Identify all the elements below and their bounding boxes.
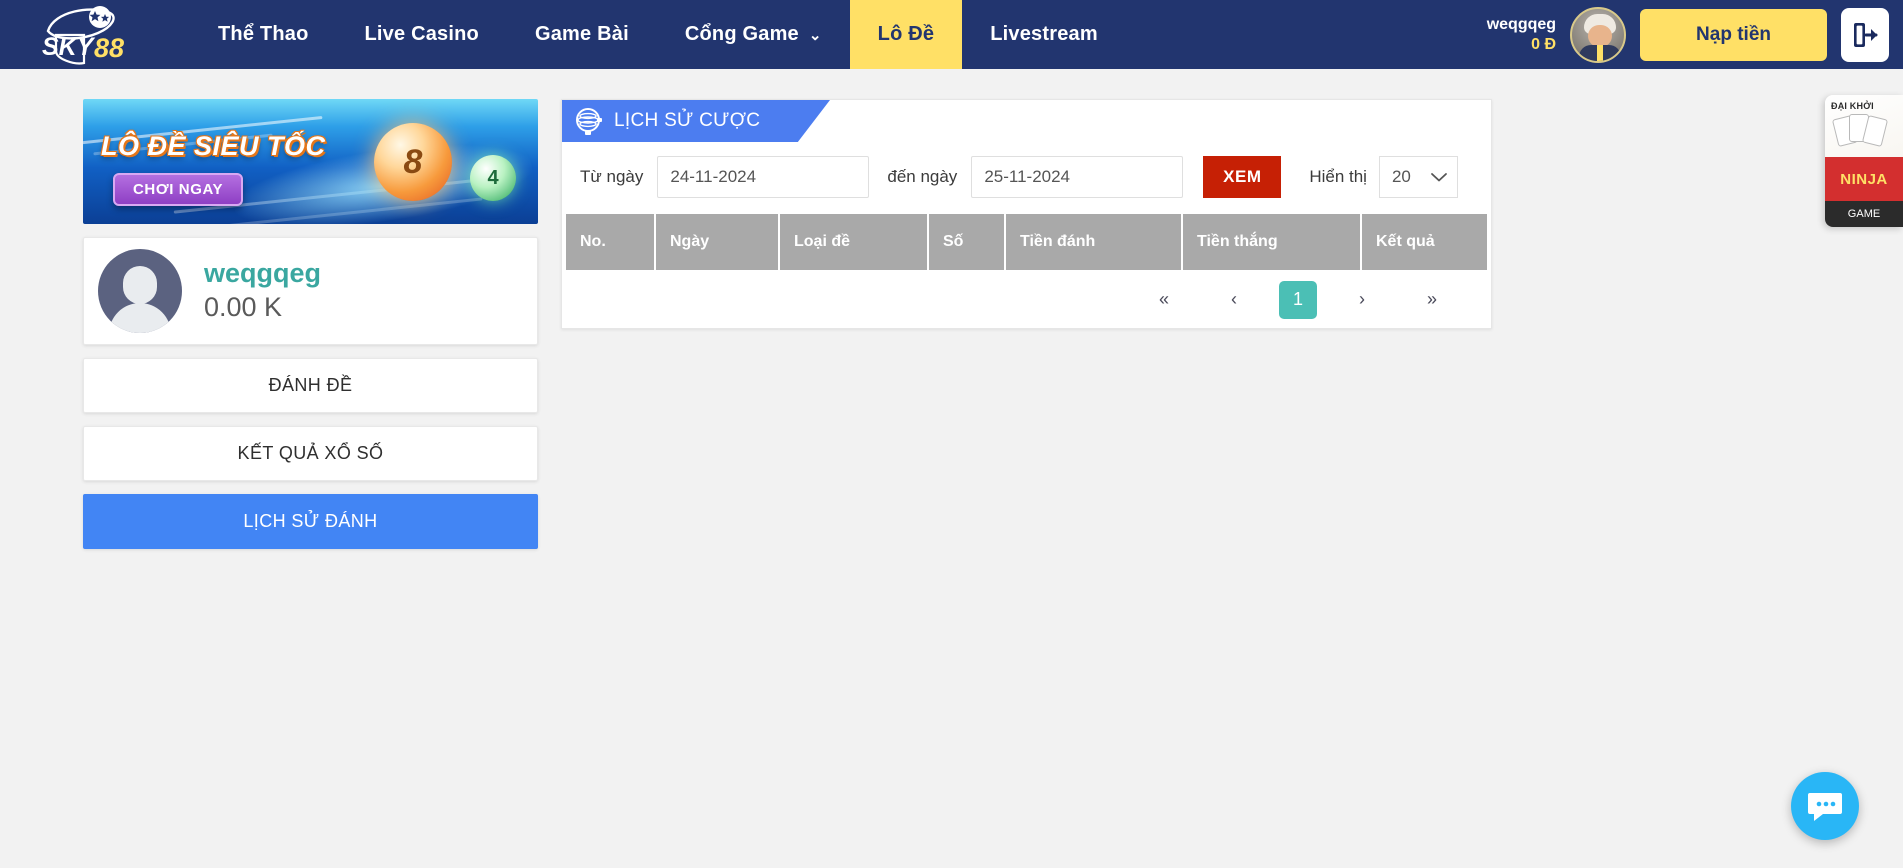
pagination-page-1[interactable]: 1 xyxy=(1279,280,1317,319)
bet-history-table: No. Ngày Loại đề Số Tiền đánh Tiền thắng… xyxy=(564,214,1489,270)
promo-banner[interactable]: LÔ ĐỀ SIÊU TỐC CHƠI NGAY 8 4 xyxy=(83,99,538,224)
column-header-loai-de: Loại đề xyxy=(780,214,927,270)
lottery-ball-number: 4 xyxy=(487,166,499,189)
pagination-first[interactable]: « xyxy=(1145,281,1183,319)
chevron-down-icon: ⌄ xyxy=(808,26,822,44)
nav-item-livestream[interactable]: Livestream xyxy=(962,0,1126,69)
nav-label: Live Casino xyxy=(364,23,479,45)
nav-label: Thể Thao xyxy=(218,23,309,45)
bet-history-panel: LỊCH SỬ CƯỢC Từ ngày đến ngày XEM Hiển t… xyxy=(561,99,1492,329)
lottery-ball-secondary-icon: 4 xyxy=(470,155,516,201)
svg-text:SKY: SKY xyxy=(42,33,96,61)
live-chat-button[interactable] xyxy=(1791,772,1859,840)
sidebar-item-ket-qua-xo-so[interactable]: KẾT QUẢ XỔ SỐ xyxy=(83,426,538,481)
banner-title: LÔ ĐỀ SIÊU TỐC xyxy=(101,131,326,161)
main-navigation: Thể Thao Live Casino Game Bài Cổng Game … xyxy=(190,0,1126,69)
side-ad-top-text: ĐẠI KHỞI xyxy=(1831,101,1874,111)
playing-cards-icon xyxy=(1831,111,1891,151)
table-header-row: No. Ngày Loại đề Số Tiền đánh Tiền thắng… xyxy=(566,214,1487,270)
header-user-info[interactable]: weqgqeg 0 Đ xyxy=(1487,15,1556,55)
column-header-tien-danh: Tiền đánh xyxy=(1006,214,1181,270)
view-button[interactable]: XEM xyxy=(1203,156,1282,198)
sidebar-item-label: ĐÁNH ĐỀ xyxy=(268,375,353,395)
table-head: No. Ngày Loại đề Số Tiền đánh Tiền thắng… xyxy=(566,214,1487,270)
sidebar-item-lich-su-danh[interactable]: LỊCH SỬ ĐÁNH xyxy=(83,494,538,549)
nav-item-live-casino[interactable]: Live Casino xyxy=(337,0,507,69)
page-body: LÔ ĐỀ SIÊU TỐC CHƠI NGAY 8 4 weqgqeg 0.0… xyxy=(0,69,1903,868)
show-count-label: Hiển thị xyxy=(1309,167,1367,186)
nav-label: Lô Đề xyxy=(877,23,935,45)
from-date-label: Từ ngày xyxy=(580,167,644,186)
pagination-prev[interactable]: ‹ xyxy=(1215,281,1253,319)
avatar-shoulders xyxy=(109,303,171,333)
sky88-logo-icon: SKY 88 xyxy=(42,5,124,64)
banner-cta-button[interactable]: CHƠI NGAY xyxy=(113,173,244,206)
header-username: weqgqeg xyxy=(1486,15,1557,33)
left-sidebar: LÔ ĐỀ SIÊU TỐC CHƠI NGAY 8 4 weqgqeg 0.0… xyxy=(83,99,538,549)
avatar-face xyxy=(1588,24,1613,47)
header-user-area: weqgqeg 0 Đ Nạp tiền xyxy=(1487,0,1903,69)
chat-bubble-icon xyxy=(1808,793,1842,821)
side-ad-banner-text: NINJA xyxy=(1825,157,1903,201)
pagination: « ‹ 1 › » xyxy=(562,270,1491,328)
avatar-head xyxy=(123,266,157,304)
logout-button[interactable] xyxy=(1841,7,1889,62)
column-header-so: Số xyxy=(929,214,1004,270)
sidebar-item-label: LỊCH SỬ ĐÁNH xyxy=(243,511,378,531)
filter-bar: Từ ngày đến ngày XEM Hiển thị 20 xyxy=(562,142,1491,214)
to-date-label: đến ngày xyxy=(887,167,958,186)
nav-item-the-thao[interactable]: Thể Thao xyxy=(190,0,337,69)
nav-item-cong-game[interactable]: Cổng Game ⌄ xyxy=(657,0,850,69)
profile-avatar[interactable] xyxy=(98,249,182,333)
nav-item-lo-de[interactable]: Lô Đề xyxy=(849,0,963,69)
sidebar-item-danh-de[interactable]: ĐÁNH ĐỀ xyxy=(83,358,538,413)
lottery-machine-icon xyxy=(576,108,602,135)
column-header-ket-qua: Kết quả xyxy=(1362,214,1487,270)
deposit-button[interactable]: Nạp tiền xyxy=(1640,8,1827,61)
sidebar-item-label: KẾT QUẢ XỔ SỐ xyxy=(237,443,384,463)
nav-label: Livestream xyxy=(990,23,1098,45)
lottery-ball-icon: 8 xyxy=(374,123,452,201)
column-header-ngay: Ngày xyxy=(656,214,778,270)
from-date-input[interactable] xyxy=(657,156,870,198)
avatar-tie xyxy=(1597,44,1604,61)
side-advertisement[interactable]: ĐẠI KHỞI NINJA GAME xyxy=(1825,95,1903,227)
nav-label: Cổng Game xyxy=(684,23,799,45)
bet-history-table-wrapper: No. Ngày Loại đề Số Tiền đánh Tiền thắng… xyxy=(562,214,1491,270)
nav-item-game-bai[interactable]: Game Bài xyxy=(507,0,657,69)
profile-card: weqgqeg 0.00 K xyxy=(83,237,538,345)
profile-info: weqgqeg 0.00 K xyxy=(204,258,321,323)
side-ad-foot-text: GAME xyxy=(1825,201,1903,227)
column-header-no: No. xyxy=(566,214,654,270)
panel-header: LỊCH SỬ CƯỢC xyxy=(562,100,1491,142)
nav-label: Game Bài xyxy=(534,23,629,45)
svg-text:88: 88 xyxy=(94,33,124,63)
panel-title: LỊCH SỬ CƯỢC xyxy=(614,110,761,131)
pagination-last[interactable]: » xyxy=(1413,281,1451,319)
panel-header-ribbon: LỊCH SỬ CƯỢC xyxy=(562,100,830,142)
site-logo[interactable]: SKY 88 xyxy=(0,0,190,69)
show-count-value: 20 xyxy=(1391,167,1411,186)
profile-balance: 0.00 K xyxy=(204,292,283,323)
chevron-down-icon xyxy=(1431,173,1447,182)
show-count-select[interactable]: 20 xyxy=(1378,156,1458,198)
profile-username: weqgqeg xyxy=(204,258,322,289)
pagination-next[interactable]: › xyxy=(1343,281,1381,319)
to-date-input[interactable] xyxy=(971,156,1184,198)
lottery-ball-number: 8 xyxy=(403,142,423,181)
header-balance: 0 Đ xyxy=(1531,35,1557,53)
logout-icon xyxy=(1854,22,1878,47)
site-header: SKY 88 Thể Thao Live Casino Game Bài Cổn… xyxy=(0,0,1903,69)
column-header-tien-thang: Tiền thắng xyxy=(1183,214,1360,270)
avatar[interactable] xyxy=(1570,6,1627,63)
